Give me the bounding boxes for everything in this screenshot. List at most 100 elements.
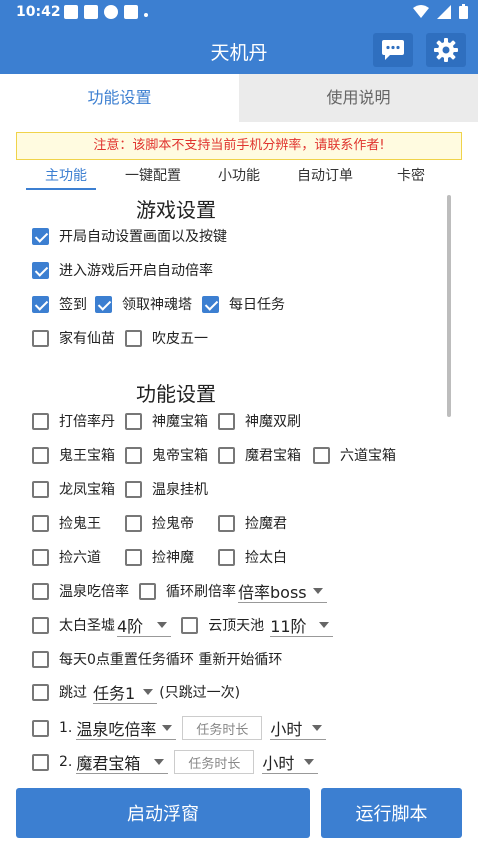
- checkbox-box[interactable]: [32, 514, 49, 532]
- checkbox-box[interactable]: [181, 616, 199, 634]
- system-icons: [413, 4, 468, 19]
- checkbox-box[interactable]: [32, 412, 49, 430]
- run-script-button[interactable]: 运行脚本: [321, 788, 462, 838]
- checkbox-box[interactable]: [125, 329, 142, 347]
- checkbox-box[interactable]: [218, 514, 235, 532]
- checkbox-box[interactable]: [32, 582, 49, 600]
- checkbox-box[interactable]: [32, 616, 49, 634]
- checkbox-label: 进入游戏后开启自动倍率: [59, 263, 213, 279]
- yunding-checkbox[interactable]: 云顶天池: [181, 613, 264, 637]
- function-checkbox[interactable]: 温泉挂机: [125, 477, 208, 501]
- chevron-down-icon: [143, 688, 154, 695]
- task-checkbox[interactable]: [32, 753, 49, 771]
- option-row: 进入游戏后开启自动倍率: [32, 258, 213, 282]
- option-row: 签到 领取神魂塔 每日任务: [32, 292, 285, 316]
- task-checkbox[interactable]: [32, 719, 49, 737]
- task-duration-input[interactable]: 任务时长: [182, 716, 263, 740]
- notification-icons: [64, 5, 148, 19]
- checkbox-box[interactable]: [32, 329, 49, 347]
- checkbox-box[interactable]: [32, 446, 49, 464]
- task-type-select[interactable]: 魔君宝箱: [76, 750, 169, 774]
- loop-multiplier-checkbox[interactable]: 循环刷倍率: [139, 579, 236, 603]
- loop-multiplier-select[interactable]: 倍率boss: [238, 579, 327, 603]
- checkbox-label: 温泉挂机: [152, 482, 208, 498]
- task-unit-select[interactable]: 小时: [262, 750, 319, 774]
- subtab-auto-orders[interactable]: 自动订单: [282, 164, 368, 188]
- function-checkbox[interactable]: 捡六道: [32, 545, 125, 569]
- checkbox-box[interactable]: [202, 295, 219, 313]
- skip-checkbox[interactable]: 跳过: [32, 680, 87, 704]
- start-float-window-button[interactable]: 启动浮窗: [16, 788, 310, 838]
- checkbox-box[interactable]: [218, 412, 235, 430]
- checkbox-box[interactable]: [32, 227, 49, 245]
- daily-reset-checkbox[interactable]: 每天0点重置任务循环 重新开始循环: [32, 647, 282, 671]
- checkbox-box[interactable]: [125, 514, 142, 532]
- auto-multiplier-checkbox[interactable]: 进入游戏后开启自动倍率: [32, 258, 213, 282]
- hot-spring-multiplier-checkbox[interactable]: 温泉吃倍率: [32, 579, 129, 603]
- checkbox-box[interactable]: [32, 650, 49, 668]
- subtab-indicator: [26, 188, 96, 190]
- checkbox-label: 领取神魂塔: [122, 297, 192, 313]
- checkbox-box[interactable]: [32, 261, 49, 279]
- function-checkbox[interactable]: 捡鬼帝: [125, 511, 218, 535]
- sign-in-checkbox[interactable]: 签到: [32, 292, 87, 316]
- checkbox-label: 云顶天池: [208, 618, 265, 634]
- subtab-one-click-config[interactable]: 一键配置: [110, 164, 196, 188]
- checkbox-box[interactable]: [32, 548, 49, 566]
- checkbox-box[interactable]: [32, 295, 49, 313]
- skip-task-select[interactable]: 任务1: [93, 680, 158, 704]
- checkbox-label: 捡六道: [59, 550, 101, 566]
- checkbox-label: 鬼帝宝箱: [152, 448, 208, 464]
- subtab-small-functions[interactable]: 小功能: [196, 164, 282, 188]
- function-checkbox[interactable]: 鬼帝宝箱: [125, 443, 218, 467]
- checkbox-box[interactable]: [218, 446, 235, 464]
- taibai-level-select[interactable]: 4阶: [117, 613, 172, 637]
- auto-setup-checkbox[interactable]: 开局自动设置画面以及按键: [32, 224, 227, 248]
- function-checkbox[interactable]: 神魔双刷: [218, 409, 301, 433]
- checkbox-box[interactable]: [95, 295, 112, 313]
- tab-function-settings[interactable]: 功能设置: [0, 74, 239, 122]
- option-row: 太白圣墟 4阶 云顶天池 11阶: [32, 613, 333, 637]
- checkbox-label: 每日任务: [229, 297, 285, 313]
- skip-hint: (只跳过一次): [159, 685, 241, 701]
- checkbox-box[interactable]: [125, 446, 142, 464]
- checkbox-label: 循环刷倍率: [166, 584, 236, 600]
- yunding-level-select[interactable]: 11阶: [270, 613, 333, 637]
- function-checkbox[interactable]: 龙凤宝箱: [32, 477, 125, 501]
- function-checkbox[interactable]: 捡魔君: [218, 511, 287, 535]
- function-checkbox[interactable]: 鬼王宝箱: [32, 443, 125, 467]
- function-checkbox[interactable]: 捡神魔: [125, 545, 218, 569]
- checkbox-box[interactable]: [313, 446, 330, 464]
- message-button[interactable]: [373, 33, 413, 67]
- function-checkbox[interactable]: 捡太白: [218, 545, 287, 569]
- wifi-icon: [413, 4, 429, 18]
- function-checkbox[interactable]: 六道宝箱: [313, 443, 396, 467]
- function-checkbox[interactable]: 魔君宝箱: [218, 443, 313, 467]
- scrollbar[interactable]: [447, 195, 451, 417]
- option-row: 龙凤宝箱 温泉挂机: [32, 477, 208, 501]
- checkbox-box[interactable]: [32, 480, 49, 498]
- settings-button[interactable]: [426, 33, 466, 67]
- function-checkbox[interactable]: 捡鬼王: [32, 511, 125, 535]
- checkbox-box[interactable]: [125, 412, 142, 430]
- xianmiao-checkbox[interactable]: 家有仙苗: [32, 326, 115, 350]
- daily-task-checkbox[interactable]: 每日任务: [202, 292, 285, 316]
- soul-tower-checkbox[interactable]: 领取神魂塔: [95, 292, 192, 316]
- checkbox-box[interactable]: [139, 582, 156, 600]
- option-row: 每天0点重置任务循环 重新开始循环: [32, 647, 282, 671]
- tab-instructions[interactable]: 使用说明: [239, 74, 478, 122]
- subtab-main[interactable]: 主功能: [23, 164, 109, 188]
- checkbox-box[interactable]: [218, 548, 235, 566]
- wuyi-checkbox[interactable]: 吹皮五一: [125, 326, 208, 350]
- function-checkbox[interactable]: 神魔宝箱: [125, 409, 218, 433]
- taibai-checkbox[interactable]: 太白圣墟: [32, 613, 115, 637]
- task-type-select[interactable]: 温泉吃倍率: [76, 716, 177, 740]
- subtab-card-key[interactable]: 卡密: [368, 164, 454, 188]
- task-duration-input[interactable]: 任务时长: [174, 750, 255, 774]
- checkbox-box[interactable]: [125, 480, 142, 498]
- checkbox-box[interactable]: [32, 683, 49, 701]
- task-unit-select[interactable]: 小时: [270, 716, 327, 740]
- function-checkbox[interactable]: 打倍率丹: [32, 409, 125, 433]
- checkbox-label: 开局自动设置画面以及按键: [59, 229, 227, 245]
- checkbox-box[interactable]: [125, 548, 142, 566]
